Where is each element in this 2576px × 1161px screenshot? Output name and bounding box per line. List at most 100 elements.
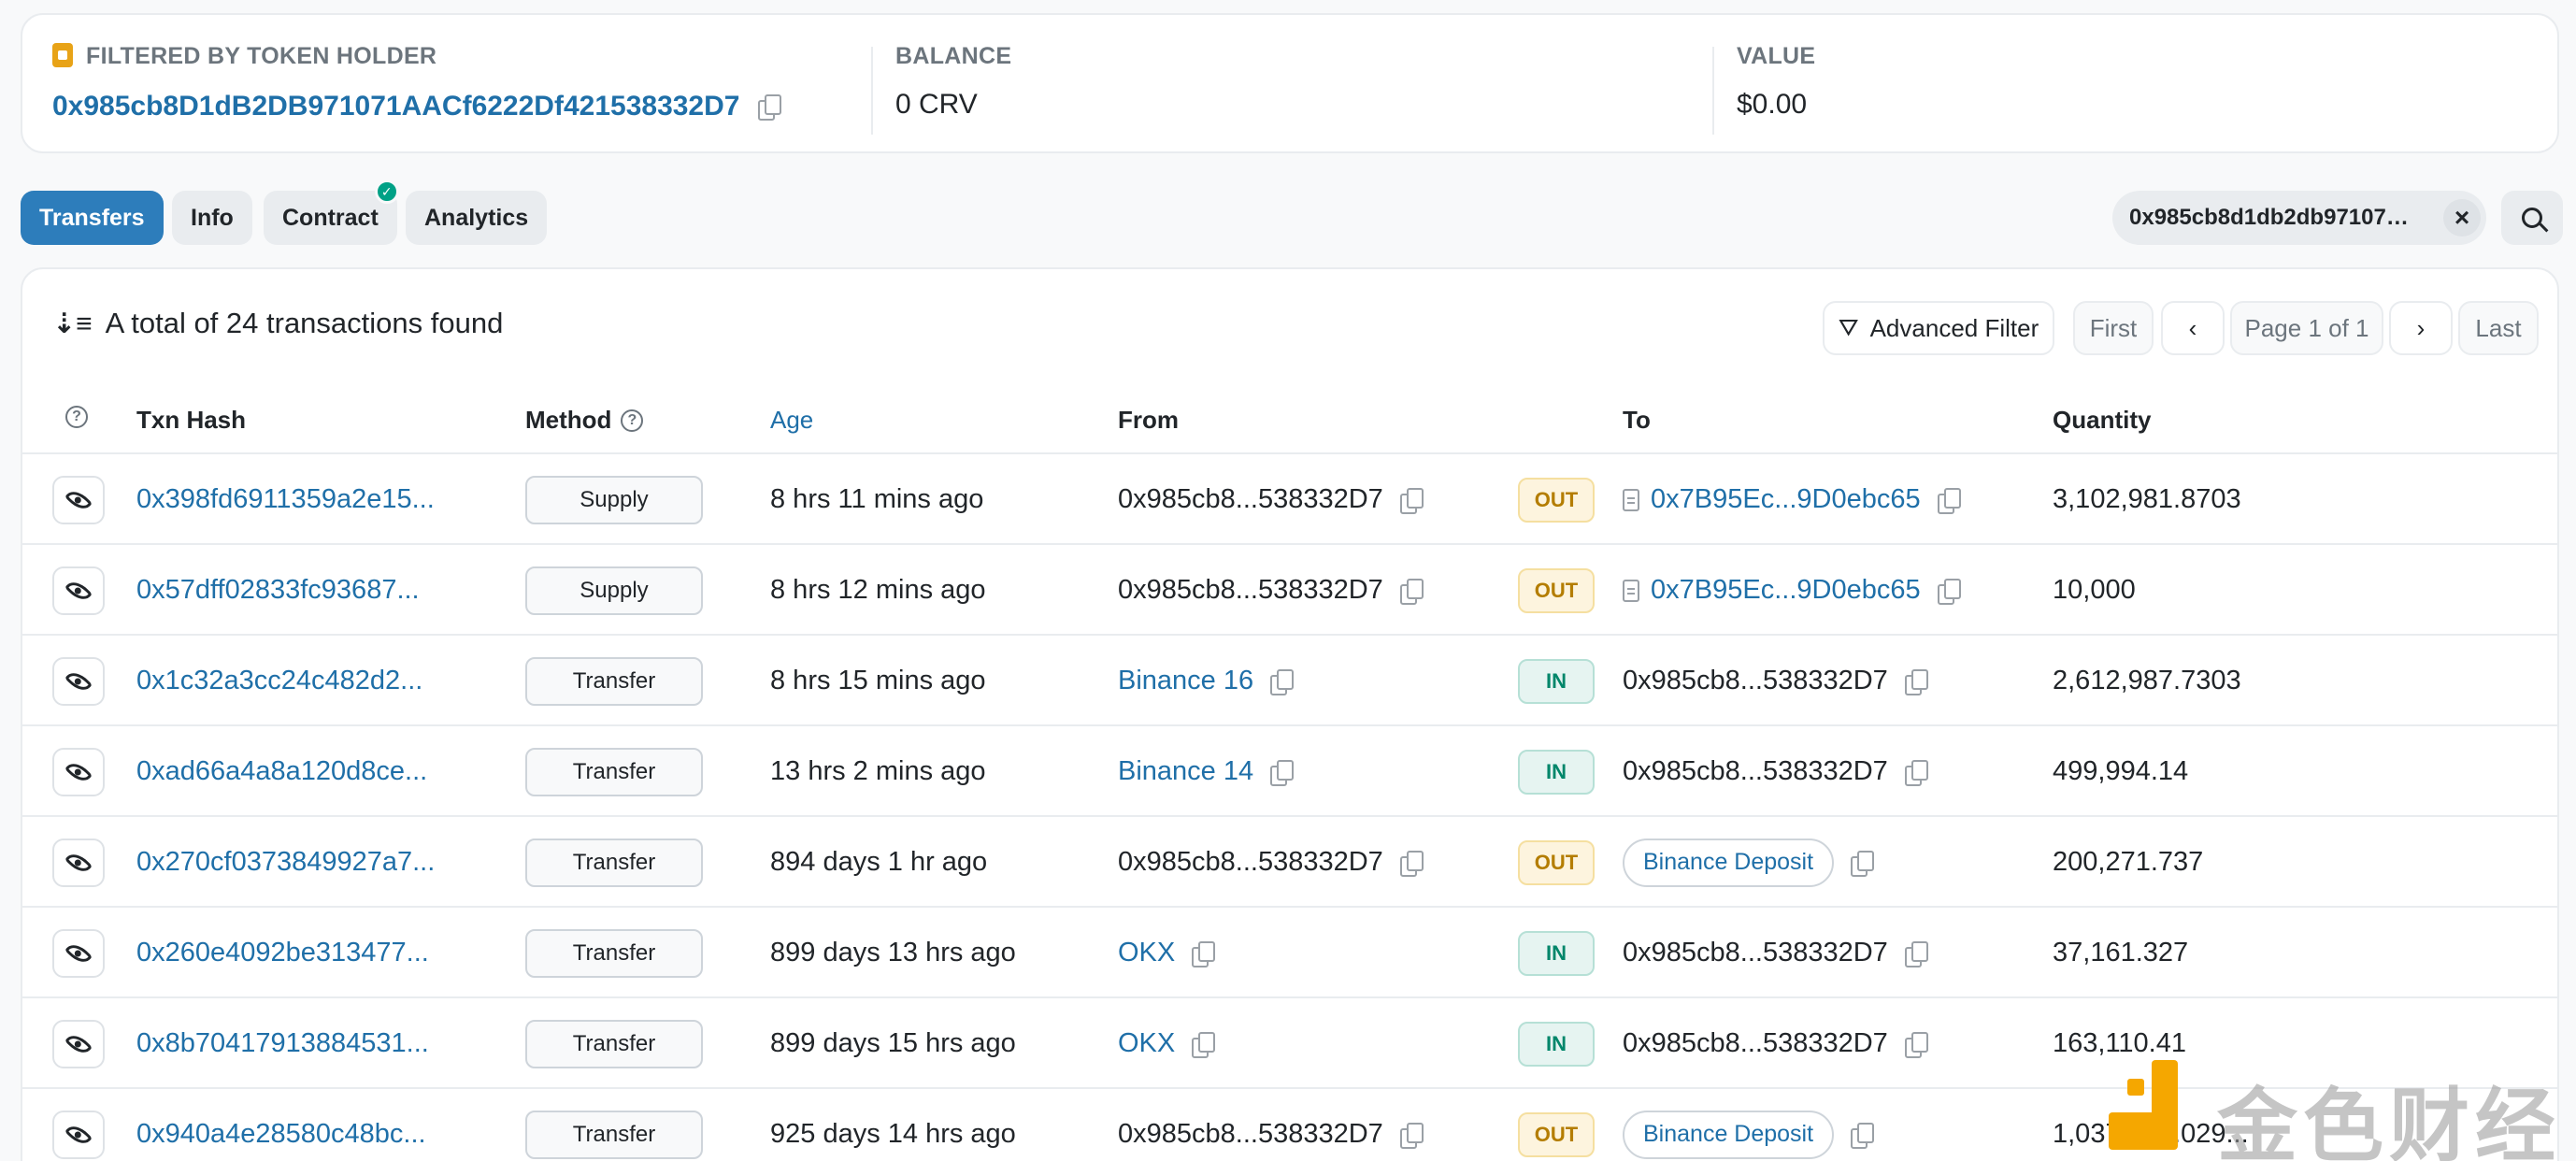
txn-hash-link[interactable]: 0x940a4e28580c48bc... xyxy=(136,1089,426,1161)
to-address: 0x985cb8...538332D7 xyxy=(1623,1028,1888,1058)
copy-icon[interactable] xyxy=(1399,487,1424,514)
holder-address-link[interactable]: 0x985cb8D1dB2DB971071AACf6222Df421538332… xyxy=(52,91,739,122)
view-details-button[interactable] xyxy=(52,928,105,978)
to-label-pill[interactable]: Binance Deposit xyxy=(1623,838,1835,887)
to-cell: 0x7B95Ec...9D0ebc65 xyxy=(1623,454,1961,545)
copy-icon[interactable] xyxy=(1904,668,1928,695)
from-address[interactable]: Binance 14 xyxy=(1118,756,1253,787)
view-details-button[interactable] xyxy=(52,838,105,887)
from-address[interactable]: OKX xyxy=(1118,1028,1175,1059)
to-cell: Binance Deposit xyxy=(1623,1089,1875,1161)
copy-icon[interactable] xyxy=(1270,668,1295,695)
view-details-button[interactable] xyxy=(52,475,105,524)
copy-icon[interactable] xyxy=(1851,850,1875,877)
to-address-link[interactable]: 0x7B95Ec...9D0ebc65 xyxy=(1651,484,1921,515)
transfers-table-card: ⇣≡ A total of 24 transactions found ⛛ Ad… xyxy=(21,267,2559,1161)
eye-icon xyxy=(64,848,93,877)
eye-icon xyxy=(64,666,93,695)
view-details-button[interactable] xyxy=(52,1110,105,1159)
txn-hash-link[interactable]: 0x8b70417913884531... xyxy=(136,998,429,1089)
age-cell: 899 days 13 hrs ago xyxy=(770,938,1016,968)
to-label-pill[interactable]: Binance Deposit xyxy=(1623,1110,1835,1159)
holder-badge-icon xyxy=(52,43,73,67)
info-header-help-icon[interactable]: ? xyxy=(65,406,88,428)
copy-icon[interactable] xyxy=(1904,1031,1928,1058)
from-address[interactable]: OKX xyxy=(1118,938,1175,968)
col-txn-hash: Txn Hash xyxy=(136,406,247,434)
age-cell: 894 days 1 hr ago xyxy=(770,847,988,877)
copy-icon[interactable] xyxy=(758,94,782,121)
copy-icon[interactable] xyxy=(1399,1122,1424,1149)
to-address-link[interactable]: 0x7B95Ec...9D0ebc65 xyxy=(1651,575,1921,606)
copy-icon[interactable] xyxy=(1192,1031,1216,1058)
tab-transfers[interactable]: Transfers xyxy=(21,191,164,245)
eye-icon xyxy=(64,1029,93,1058)
method-badge: Transfer xyxy=(525,656,703,706)
direction-cell: IN xyxy=(1518,908,1595,998)
copy-icon[interactable] xyxy=(1851,1122,1875,1149)
from-cell: 0x985cb8...538332D7 xyxy=(1118,1089,1424,1161)
txn-hash-link[interactable]: 0x398fd6911359a2e15... xyxy=(136,454,435,545)
copy-icon[interactable] xyxy=(1399,850,1424,877)
txn-hash-link[interactable]: 0x270cf0373849927a7... xyxy=(136,817,435,908)
txn-hash-link[interactable]: 0x1c32a3cc24c482d2... xyxy=(136,636,422,726)
col-from: From xyxy=(1118,406,1179,434)
method-cell: Transfer xyxy=(525,726,703,817)
view-details-button[interactable] xyxy=(52,566,105,615)
copy-icon[interactable] xyxy=(1904,759,1928,786)
col-quantity: Quantity xyxy=(2053,406,2152,434)
table-row: 0xad66a4a8a120d8ce... Transfer 13 hrs 2 … xyxy=(22,724,2557,815)
contract-doc-icon xyxy=(1623,579,1639,602)
row-details-cell xyxy=(52,1089,105,1161)
from-address: 0x985cb8...538332D7 xyxy=(1118,484,1383,514)
quantity-cell: 200,271.737 xyxy=(2053,847,2204,877)
from-cell: OKX xyxy=(1118,998,1216,1089)
age-cell: 8 hrs 11 mins ago xyxy=(770,484,984,514)
first-page-button[interactable]: First xyxy=(2073,301,2154,355)
value-value: $0.00 xyxy=(1737,89,1808,120)
copy-icon[interactable] xyxy=(1270,759,1295,786)
copy-icon[interactable] xyxy=(1937,578,1961,605)
tab-analytics[interactable]: Analytics xyxy=(406,191,548,245)
clear-filter-close-icon[interactable]: × xyxy=(2443,199,2481,236)
balance-value: 0 CRV xyxy=(895,89,978,120)
method-cell: Transfer xyxy=(525,636,703,726)
from-address[interactable]: Binance 16 xyxy=(1118,666,1253,696)
table-row: 0x8b70417913884531... Transfer 899 days … xyxy=(22,996,2557,1087)
direction-badge: OUT xyxy=(1518,567,1595,613)
copy-icon[interactable] xyxy=(1937,487,1961,514)
tab-info[interactable]: Info xyxy=(172,191,252,245)
txn-hash-link[interactable]: 0x57dff02833fc93687... xyxy=(136,545,420,636)
table-row: 0x260e4092be313477... Transfer 899 days … xyxy=(22,906,2557,996)
next-page-chevron-right-icon[interactable]: › xyxy=(2389,301,2453,355)
view-details-button[interactable] xyxy=(52,1019,105,1068)
copy-icon[interactable] xyxy=(1904,940,1928,968)
txn-hash-link[interactable]: 0xad66a4a8a120d8ce... xyxy=(136,726,427,817)
method-badge: Transfer xyxy=(525,1110,703,1159)
advanced-filter-button[interactable]: ⛛ Advanced Filter xyxy=(1823,301,2054,355)
last-page-button[interactable]: Last xyxy=(2458,301,2539,355)
txn-hash-link[interactable]: 0x260e4092be313477... xyxy=(136,908,429,998)
divider xyxy=(1712,47,1714,135)
method-help-icon[interactable]: ? xyxy=(621,408,644,432)
copy-icon[interactable] xyxy=(1192,940,1216,968)
prev-page-chevron-left-icon[interactable]: ‹ xyxy=(2161,301,2225,355)
tab-contract[interactable]: Contract ✓ xyxy=(264,179,399,245)
copy-icon[interactable] xyxy=(1399,578,1424,605)
age-cell: 8 hrs 15 mins ago xyxy=(770,666,986,695)
value-block: VALUE $0.00 xyxy=(1737,43,1815,121)
value-label: VALUE xyxy=(1737,43,1816,69)
search-button[interactable] xyxy=(2501,191,2563,245)
view-details-button[interactable] xyxy=(52,656,105,706)
direction-cell: OUT xyxy=(1518,454,1595,545)
page-indicator: Page 1 of 1 xyxy=(2230,301,2383,355)
quantity-cell: 3,102,981.8703 xyxy=(2053,484,2241,514)
filter-funnel-icon: ⛛ xyxy=(1838,313,1859,341)
col-age[interactable]: Age xyxy=(770,406,813,435)
row-details-cell xyxy=(52,817,105,908)
quantity-cell: 10,000 xyxy=(2053,575,2136,605)
method-badge: Supply xyxy=(525,566,703,615)
eye-icon xyxy=(64,485,93,514)
age-cell: 899 days 15 hrs ago xyxy=(770,1028,1016,1058)
view-details-button[interactable] xyxy=(52,747,105,796)
